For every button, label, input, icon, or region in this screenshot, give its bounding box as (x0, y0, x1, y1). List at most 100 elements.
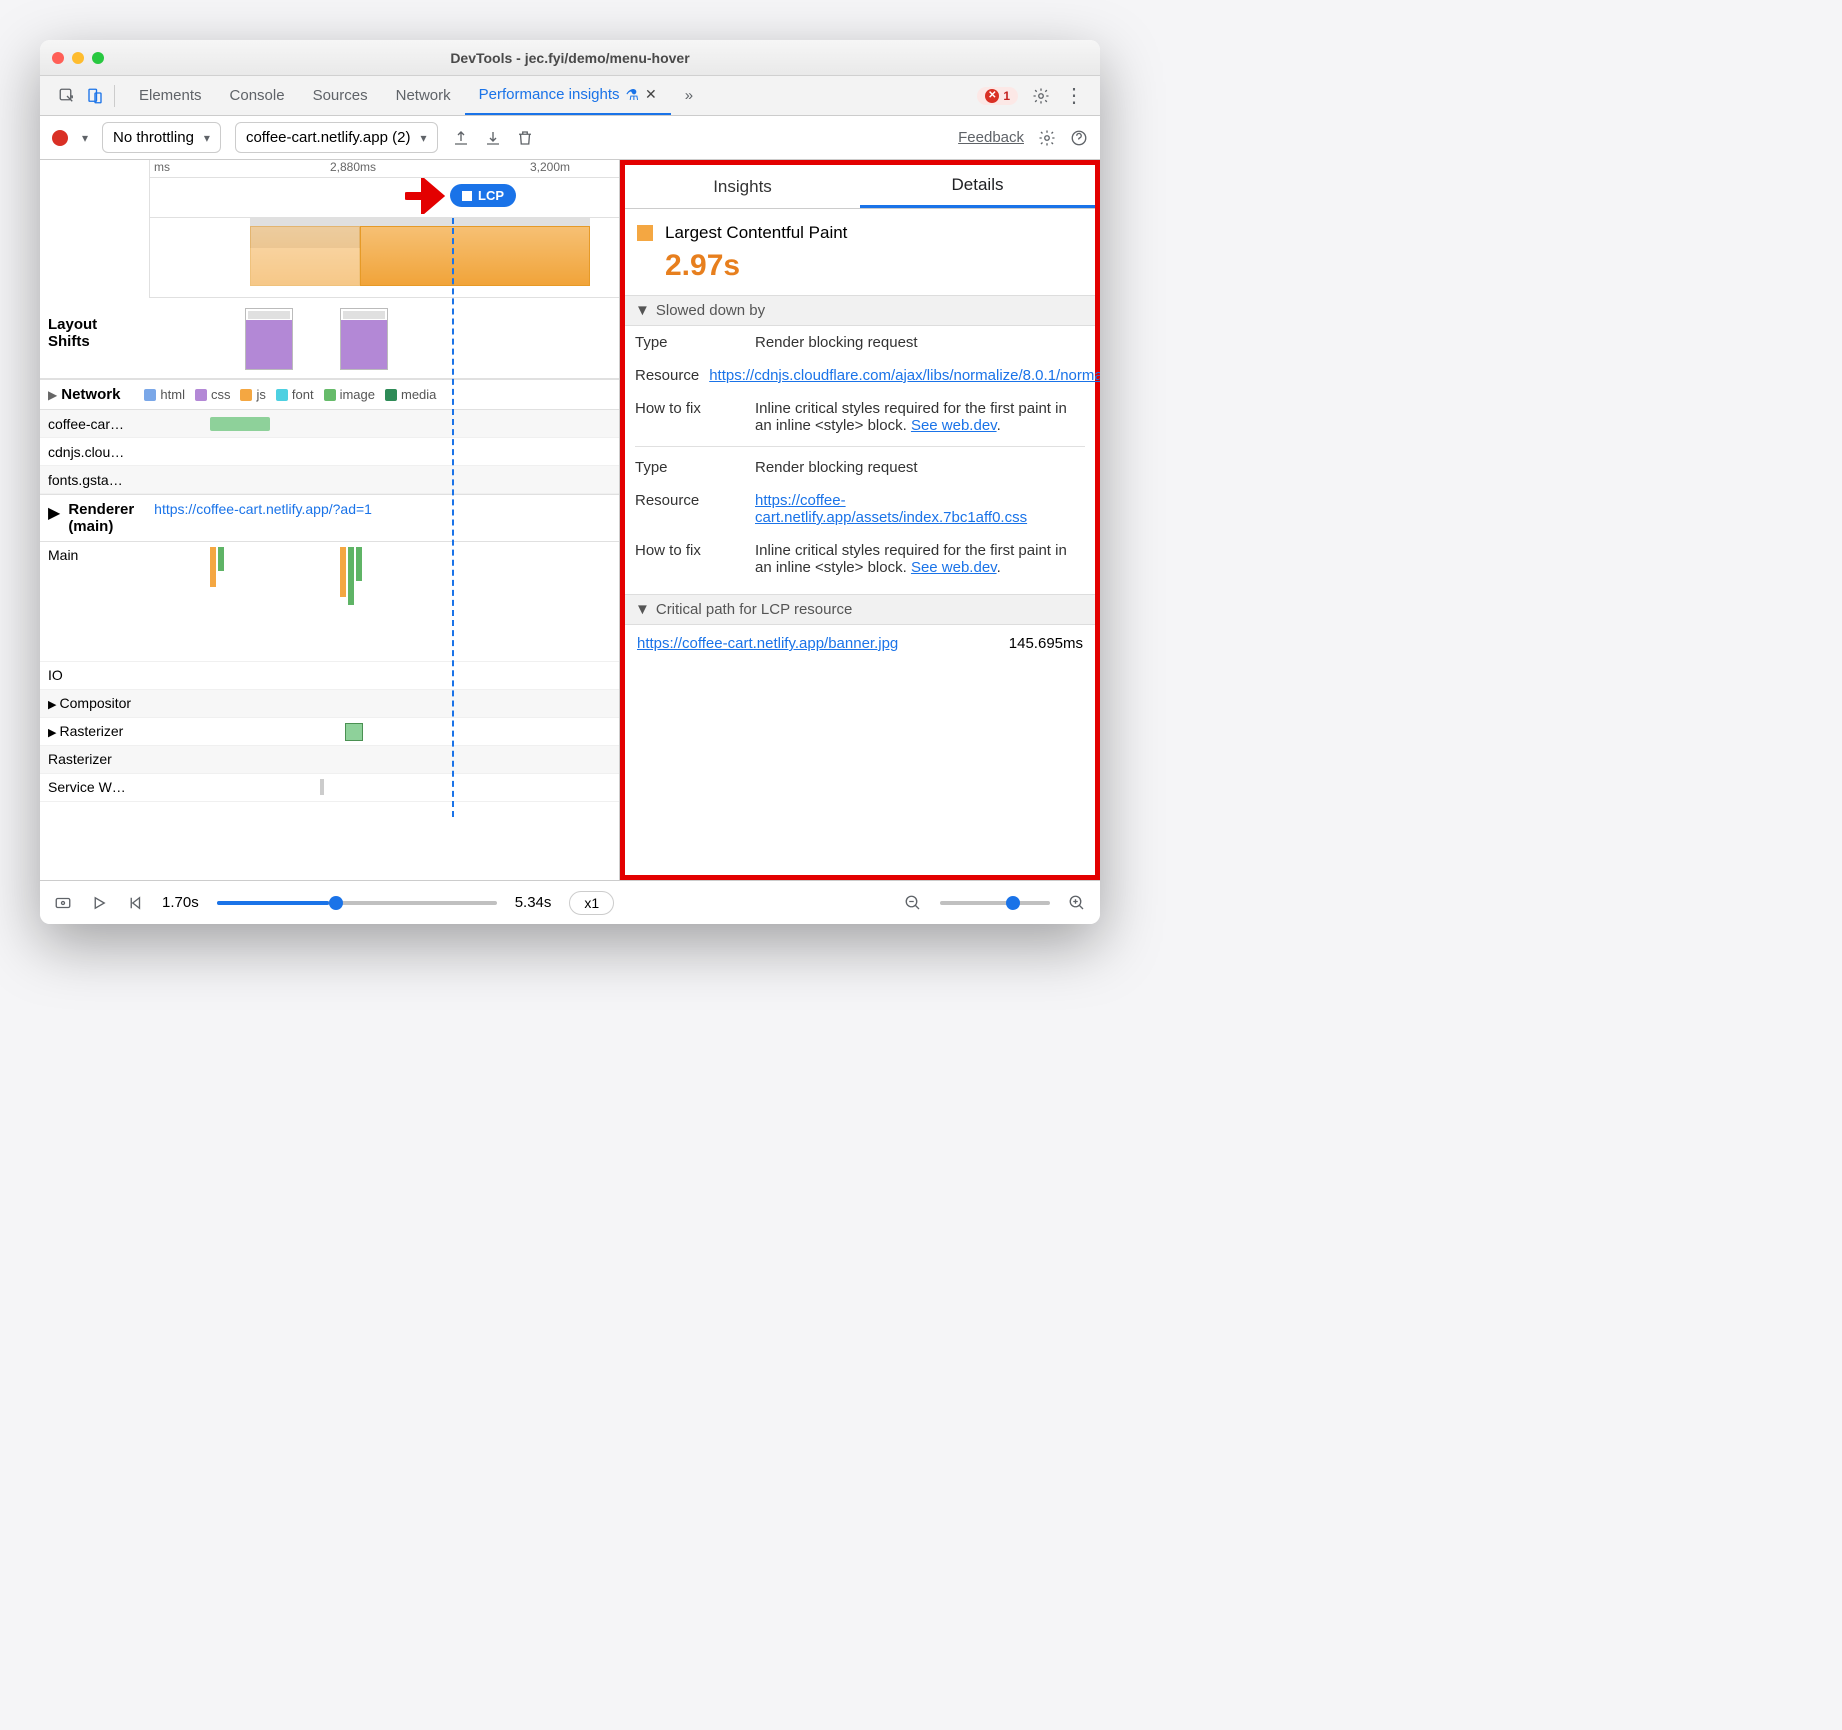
skip-back-icon[interactable] (126, 894, 144, 912)
tab-sources[interactable]: Sources (299, 76, 382, 115)
tab-console[interactable]: Console (216, 76, 299, 115)
zoom-slider[interactable] (940, 901, 1050, 905)
chevron-down-icon: ▼ (635, 302, 650, 319)
upload-icon[interactable] (452, 129, 470, 147)
layout-shift-thumbnail[interactable] (245, 308, 293, 370)
renderer-track-header[interactable]: ▶ Renderer (main) https://coffee-cart.ne… (40, 494, 619, 542)
chevron-down-icon: ▾ (420, 131, 426, 145)
tab-performance-insights[interactable]: Performance insights ⚗ ✕ (465, 76, 671, 115)
arrow-annotation-icon (405, 178, 449, 223)
gear-icon[interactable] (1032, 87, 1050, 105)
network-row[interactable]: cdnjs.clou… (40, 438, 619, 466)
renderer-url[interactable]: https://coffee-cart.netlify.app/ (154, 501, 332, 517)
zoom-out-icon[interactable] (904, 894, 922, 912)
timeline-pane: ms 2,880ms 3,200m LCP (40, 160, 620, 880)
network-row[interactable]: fonts.gsta… (40, 466, 619, 494)
lcp-marker[interactable]: LCP (450, 184, 516, 207)
network-row-name: fonts.gsta… (40, 472, 150, 488)
more-tabs-button[interactable]: » (671, 76, 707, 115)
inspect-icon[interactable] (58, 87, 76, 105)
critical-path-link[interactable]: https://coffee-cart.netlify.app/banner.j… (637, 635, 898, 652)
panel-tabstrip: Elements Console Sources Network Perform… (40, 76, 1100, 116)
thread-row-compositor[interactable]: ▶ Compositor (40, 690, 619, 718)
network-track-header[interactable]: ▶ Network html css js font image media (40, 379, 619, 410)
chevron-right-icon: ▶ (48, 501, 60, 523)
window-title: DevTools - jec.fyi/demo/menu-hover (40, 50, 1100, 66)
section-title: Slowed down by (656, 302, 765, 319)
device-toggle-icon[interactable] (86, 87, 104, 105)
zoom-in-icon[interactable] (1068, 894, 1086, 912)
legend-font: font (292, 387, 314, 402)
playback-speed[interactable]: x1 (569, 891, 614, 915)
kv-key-type: Type (635, 334, 745, 351)
main-frame-track[interactable] (150, 218, 619, 298)
play-icon[interactable] (90, 894, 108, 912)
tick-label: ms (154, 160, 170, 174)
thread-name: Main (40, 542, 150, 661)
legend-js: js (256, 387, 265, 402)
error-badge[interactable]: ✕ 1 (977, 87, 1018, 105)
legend-media: media (401, 387, 436, 402)
maximize-window-button[interactable] (92, 52, 104, 64)
legend-image: image (340, 387, 375, 402)
recording-label: coffee-cart.netlify.app (2) (246, 129, 411, 146)
thread-row-rasterizer-2[interactable]: Rasterizer (40, 746, 619, 774)
critical-path-time: 145.695ms (1009, 635, 1083, 652)
network-header-label: Network (61, 386, 120, 403)
close-tab-icon[interactable]: ✕ (645, 86, 657, 103)
renderer-header-label: Renderer (main) (68, 501, 134, 535)
eye-icon[interactable] (54, 894, 72, 912)
record-menu-caret[interactable]: ▾ (82, 131, 88, 145)
time-ruler[interactable]: ms 2,880ms 3,200m (150, 160, 619, 178)
network-row-name: coffee-car… (40, 416, 150, 432)
minimize-window-button[interactable] (72, 52, 84, 64)
close-window-button[interactable] (52, 52, 64, 64)
resource-link[interactable]: https://coffee-cart.netlify.app/assets/i… (755, 492, 1027, 526)
lcp-title: Largest Contentful Paint (665, 223, 847, 243)
tab-insights[interactable]: Insights (625, 165, 860, 208)
network-legend: html css js font image media (144, 387, 436, 402)
renderer-url-query: ?ad=1 (333, 501, 372, 517)
throttling-select[interactable]: No throttling ▾ (102, 122, 221, 153)
kv-val-type: Render blocking request (755, 459, 1085, 476)
network-row[interactable]: coffee-car… (40, 410, 619, 438)
thread-row-service-worker[interactable]: Service W… (40, 774, 619, 802)
kv-key-resource: Resource (635, 492, 745, 526)
error-count: 1 (1003, 89, 1010, 103)
tab-network[interactable]: Network (382, 76, 465, 115)
timeline-footer: 1.70s 5.34s x1 (40, 880, 1100, 924)
section-title: Critical path for LCP resource (656, 601, 852, 618)
section-slowed-down[interactable]: ▼ Slowed down by (625, 295, 1095, 326)
trash-icon[interactable] (516, 129, 534, 147)
timeline-range-slider[interactable] (217, 901, 497, 905)
tab-elements[interactable]: Elements (125, 76, 216, 115)
range-end-label: 5.34s (515, 894, 552, 911)
legend-html: html (160, 387, 185, 402)
layout-shifts-lane[interactable] (150, 298, 619, 378)
throttling-label: No throttling (113, 129, 194, 146)
legend-css: css (211, 387, 231, 402)
titlebar: DevTools - jec.fyi/demo/menu-hover (40, 40, 1100, 76)
kv-key-type: Type (635, 459, 745, 476)
see-webdev-link[interactable]: See web.dev (911, 417, 997, 434)
download-icon[interactable] (484, 129, 502, 147)
record-button[interactable] (52, 130, 68, 146)
thread-row-main[interactable]: Main (40, 542, 619, 662)
recording-select[interactable]: coffee-cart.netlify.app (2) ▾ (235, 122, 438, 153)
layout-shift-thumbnail[interactable] (340, 308, 388, 370)
thread-row-rasterizer[interactable]: ▶ Rasterizer (40, 718, 619, 746)
lcp-value: 2.97s (625, 249, 1095, 295)
chevron-down-icon: ▾ (204, 131, 210, 145)
help-icon[interactable] (1070, 129, 1088, 147)
see-webdev-link[interactable]: See web.dev (911, 559, 997, 576)
tab-details[interactable]: Details (860, 165, 1095, 208)
thread-row-io[interactable]: IO (40, 662, 619, 690)
resource-link[interactable]: https://cdnjs.cloudflare.com/ajax/libs/n… (709, 367, 1100, 384)
kebab-icon[interactable]: ⋮ (1064, 86, 1084, 106)
chevron-right-icon: ▶ (48, 388, 57, 402)
feedback-link[interactable]: Feedback (958, 129, 1024, 146)
section-critical-path[interactable]: ▼ Critical path for LCP resource (625, 594, 1095, 625)
settings-gear-icon[interactable] (1038, 129, 1056, 147)
range-start-label: 1.70s (162, 894, 199, 911)
kv-key-fix: How to fix (635, 542, 745, 576)
